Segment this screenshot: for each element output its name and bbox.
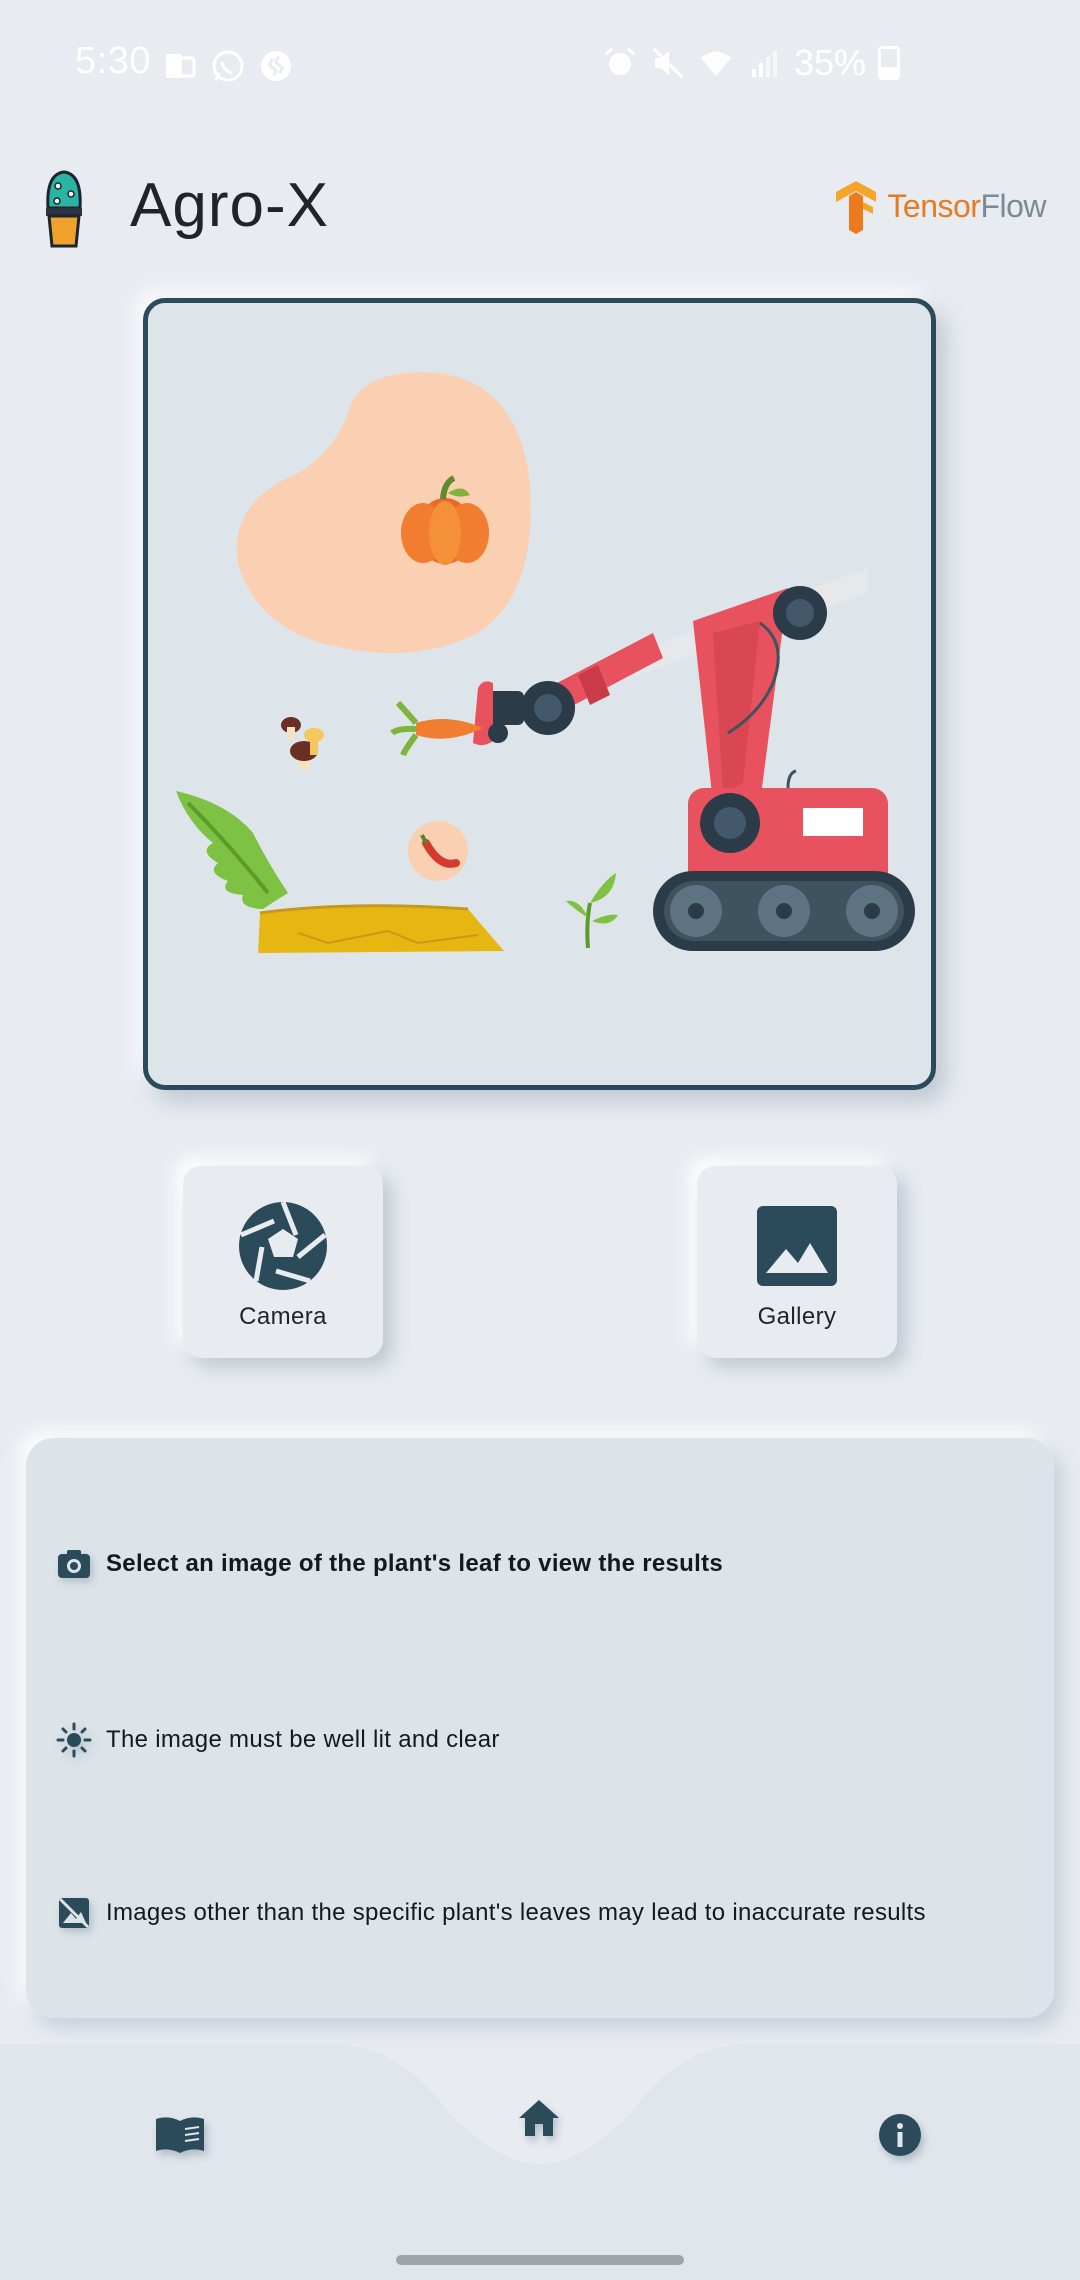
mushroom-icon xyxy=(281,717,324,769)
tensorflow-text: TensorFlow xyxy=(887,188,1046,225)
illustration-card xyxy=(143,298,936,1090)
instructions-panel: Select an image of the plant's leaf to v… xyxy=(26,1438,1054,2018)
notification-icon xyxy=(162,48,198,84)
status-bar: 5:30 35% xyxy=(0,0,1080,135)
robot-body-icon xyxy=(653,769,915,951)
bottom-navigation xyxy=(0,2044,1080,2280)
camera-aperture-icon xyxy=(239,1201,327,1290)
tensorflow-icon xyxy=(836,181,877,234)
camera-label: Camera xyxy=(239,1303,327,1330)
alarm-icon xyxy=(602,45,638,81)
status-right-icons: 35% xyxy=(602,42,900,84)
farm-robot-harvest-illustration xyxy=(176,372,915,953)
info-icon xyxy=(879,2114,921,2156)
gallery-image-icon xyxy=(757,1206,837,1286)
whatsapp-icon xyxy=(210,48,246,84)
nav-home-button[interactable] xyxy=(509,2088,569,2148)
robot-arm-icon xyxy=(473,586,827,803)
shazam-icon xyxy=(258,48,294,84)
app-title: Agro-X xyxy=(130,171,329,240)
instruction-row: Images other than the specific plant's l… xyxy=(54,1893,926,1933)
carrot-icon xyxy=(390,700,483,757)
battery-text: 35% xyxy=(793,42,866,83)
book-icon xyxy=(156,2117,204,2153)
tensorflow-text-1: Tensor xyxy=(887,187,981,224)
instruction-text: The image must be well lit and clear xyxy=(106,1726,500,1753)
instruction-text: Select an image of the plant's leaf to v… xyxy=(106,1550,724,1577)
no-image-icon xyxy=(54,1893,94,1933)
cactus-logo-icon xyxy=(40,166,90,256)
battery-icon xyxy=(878,46,900,80)
home-icon xyxy=(519,2100,559,2136)
mute-icon xyxy=(650,45,686,81)
instruction-row: Select an image of the plant's leaf to v… xyxy=(54,1544,723,1584)
sprout-icon xyxy=(566,873,618,949)
home-indicator[interactable] xyxy=(396,2255,684,2265)
status-time: 5:30 xyxy=(75,40,151,82)
instruction-row: The image must be well lit and clear xyxy=(54,1720,500,1760)
gallery-label: Gallery xyxy=(757,1303,837,1330)
app-header: Agro-X TensorFlow xyxy=(0,150,1080,270)
nav-info-button[interactable] xyxy=(870,2105,930,2165)
camera-icon xyxy=(54,1544,94,1584)
instruction-text: Images other than the specific plant's l… xyxy=(106,1899,926,1926)
status-left-icons xyxy=(162,48,294,84)
nav-guide-button[interactable] xyxy=(150,2105,210,2165)
tensorflow-logo: TensorFlow xyxy=(831,178,1046,234)
brightness-icon xyxy=(54,1720,94,1760)
signal-icon xyxy=(746,45,782,81)
gallery-button[interactable]: Gallery xyxy=(697,1166,897,1358)
wifi-icon xyxy=(698,45,734,81)
leafy-plant-icon xyxy=(176,791,288,909)
camera-button[interactable]: Camera xyxy=(183,1166,383,1358)
tensorflow-text-2: Flow xyxy=(980,187,1046,224)
